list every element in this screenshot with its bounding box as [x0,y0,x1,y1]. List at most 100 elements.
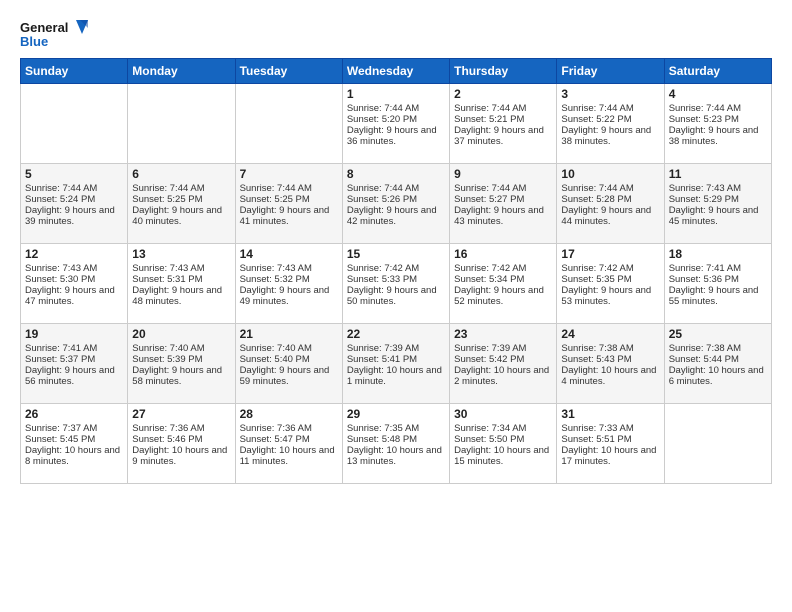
day-info: Sunrise: 7:34 AM [454,423,552,434]
day-info: Daylight: 9 hours and 38 minutes. [561,125,659,147]
day-info: Sunrise: 7:43 AM [132,263,230,274]
day-info: Daylight: 9 hours and 45 minutes. [669,205,767,227]
day-number: 26 [25,407,123,421]
calendar-cell: 27Sunrise: 7:36 AMSunset: 5:46 PMDayligh… [128,404,235,484]
calendar-cell [235,84,342,164]
day-info: Sunrise: 7:42 AM [561,263,659,274]
day-number: 16 [454,247,552,261]
calendar-cell: 16Sunrise: 7:42 AMSunset: 5:34 PMDayligh… [450,244,557,324]
day-info: Daylight: 9 hours and 41 minutes. [240,205,338,227]
day-info: Daylight: 10 hours and 4 minutes. [561,365,659,387]
weekday-header-sunday: Sunday [21,59,128,84]
day-number: 3 [561,87,659,101]
day-info: Sunset: 5:35 PM [561,274,659,285]
day-number: 8 [347,167,445,181]
calendar-cell: 29Sunrise: 7:35 AMSunset: 5:48 PMDayligh… [342,404,449,484]
day-info: Sunset: 5:44 PM [669,354,767,365]
day-info: Sunset: 5:30 PM [25,274,123,285]
calendar-cell: 19Sunrise: 7:41 AMSunset: 5:37 PMDayligh… [21,324,128,404]
day-info: Sunset: 5:23 PM [669,114,767,125]
day-info: Daylight: 9 hours and 40 minutes. [132,205,230,227]
calendar-cell: 25Sunrise: 7:38 AMSunset: 5:44 PMDayligh… [664,324,771,404]
day-number: 27 [132,407,230,421]
day-info: Sunrise: 7:38 AM [561,343,659,354]
day-info: Sunrise: 7:41 AM [25,343,123,354]
weekday-header-wednesday: Wednesday [342,59,449,84]
logo: General Blue [20,16,90,52]
calendar-cell: 31Sunrise: 7:33 AMSunset: 5:51 PMDayligh… [557,404,664,484]
day-info: Sunrise: 7:44 AM [561,183,659,194]
day-number: 17 [561,247,659,261]
calendar-cell: 23Sunrise: 7:39 AMSunset: 5:42 PMDayligh… [450,324,557,404]
day-info: Sunrise: 7:44 AM [347,103,445,114]
day-info: Sunset: 5:47 PM [240,434,338,445]
calendar-cell: 14Sunrise: 7:43 AMSunset: 5:32 PMDayligh… [235,244,342,324]
day-number: 21 [240,327,338,341]
day-info: Daylight: 10 hours and 8 minutes. [25,445,123,467]
day-info: Sunrise: 7:41 AM [669,263,767,274]
day-info: Daylight: 9 hours and 36 minutes. [347,125,445,147]
day-info: Daylight: 9 hours and 43 minutes. [454,205,552,227]
week-row-5: 26Sunrise: 7:37 AMSunset: 5:45 PMDayligh… [21,404,772,484]
calendar-cell: 12Sunrise: 7:43 AMSunset: 5:30 PMDayligh… [21,244,128,324]
day-info: Daylight: 9 hours and 52 minutes. [454,285,552,307]
weekday-header-tuesday: Tuesday [235,59,342,84]
day-info: Sunrise: 7:44 AM [240,183,338,194]
calendar-cell: 13Sunrise: 7:43 AMSunset: 5:31 PMDayligh… [128,244,235,324]
weekday-header-friday: Friday [557,59,664,84]
day-info: Daylight: 9 hours and 59 minutes. [240,365,338,387]
day-info: Sunrise: 7:44 AM [669,103,767,114]
calendar-cell: 1Sunrise: 7:44 AMSunset: 5:20 PMDaylight… [342,84,449,164]
day-info: Sunset: 5:41 PM [347,354,445,365]
day-number: 30 [454,407,552,421]
day-number: 23 [454,327,552,341]
day-info: Daylight: 9 hours and 49 minutes. [240,285,338,307]
day-info: Daylight: 9 hours and 37 minutes. [454,125,552,147]
day-info: Sunrise: 7:44 AM [25,183,123,194]
day-number: 24 [561,327,659,341]
day-info: Daylight: 10 hours and 13 minutes. [347,445,445,467]
day-info: Sunrise: 7:44 AM [132,183,230,194]
day-info: Sunset: 5:45 PM [25,434,123,445]
day-info: Daylight: 9 hours and 56 minutes. [25,365,123,387]
day-info: Sunrise: 7:39 AM [347,343,445,354]
svg-text:Blue: Blue [20,34,48,49]
calendar-cell: 8Sunrise: 7:44 AMSunset: 5:26 PMDaylight… [342,164,449,244]
day-info: Daylight: 9 hours and 44 minutes. [561,205,659,227]
day-info: Sunrise: 7:44 AM [454,103,552,114]
day-info: Sunset: 5:25 PM [132,194,230,205]
calendar-cell: 18Sunrise: 7:41 AMSunset: 5:36 PMDayligh… [664,244,771,324]
weekday-header-saturday: Saturday [664,59,771,84]
day-number: 20 [132,327,230,341]
day-info: Sunset: 5:26 PM [347,194,445,205]
calendar-table: SundayMondayTuesdayWednesdayThursdayFrid… [20,58,772,484]
week-row-4: 19Sunrise: 7:41 AMSunset: 5:37 PMDayligh… [21,324,772,404]
day-info: Daylight: 9 hours and 42 minutes. [347,205,445,227]
day-number: 5 [25,167,123,181]
day-number: 2 [454,87,552,101]
calendar-cell: 6 Sunrise: 7:44 AMSunset: 5:25 PMDaylight… [128,164,235,244]
svg-text:General: General [20,20,68,35]
day-info: Sunset: 5:28 PM [561,194,659,205]
day-info: Sunset: 5:42 PM [454,354,552,365]
day-info: Sunrise: 7:39 AM [454,343,552,354]
day-info: Sunrise: 7:43 AM [669,183,767,194]
day-number: 10 [561,167,659,181]
calendar-cell: 15Sunrise: 7:42 AMSunset: 5:33 PMDayligh… [342,244,449,324]
day-info: Sunrise: 7:42 AM [454,263,552,274]
day-number: 19 [25,327,123,341]
calendar-cell: 11Sunrise: 7:43 AMSunset: 5:29 PMDayligh… [664,164,771,244]
day-number: 6 [132,167,230,181]
calendar-cell: 5Sunrise: 7:44 AMSunset: 5:24 PMDaylight… [21,164,128,244]
day-info: Daylight: 9 hours and 53 minutes. [561,285,659,307]
calendar-cell: 28Sunrise: 7:36 AMSunset: 5:47 PMDayligh… [235,404,342,484]
day-info: Daylight: 10 hours and 17 minutes. [561,445,659,467]
calendar-cell: 17 Sunrise: 7:42 AMSunset: 5:35 PMDayligh… [557,244,664,324]
day-info: Daylight: 10 hours and 9 minutes. [132,445,230,467]
day-number: 28 [240,407,338,421]
calendar-cell: 3Sunrise: 7:44 AMSunset: 5:22 PMDaylight… [557,84,664,164]
weekday-header-monday: Monday [128,59,235,84]
calendar-cell: 21Sunrise: 7:40 AMSunset: 5:40 PMDayligh… [235,324,342,404]
day-info: Sunrise: 7:38 AM [669,343,767,354]
day-info: Sunrise: 7:42 AM [347,263,445,274]
